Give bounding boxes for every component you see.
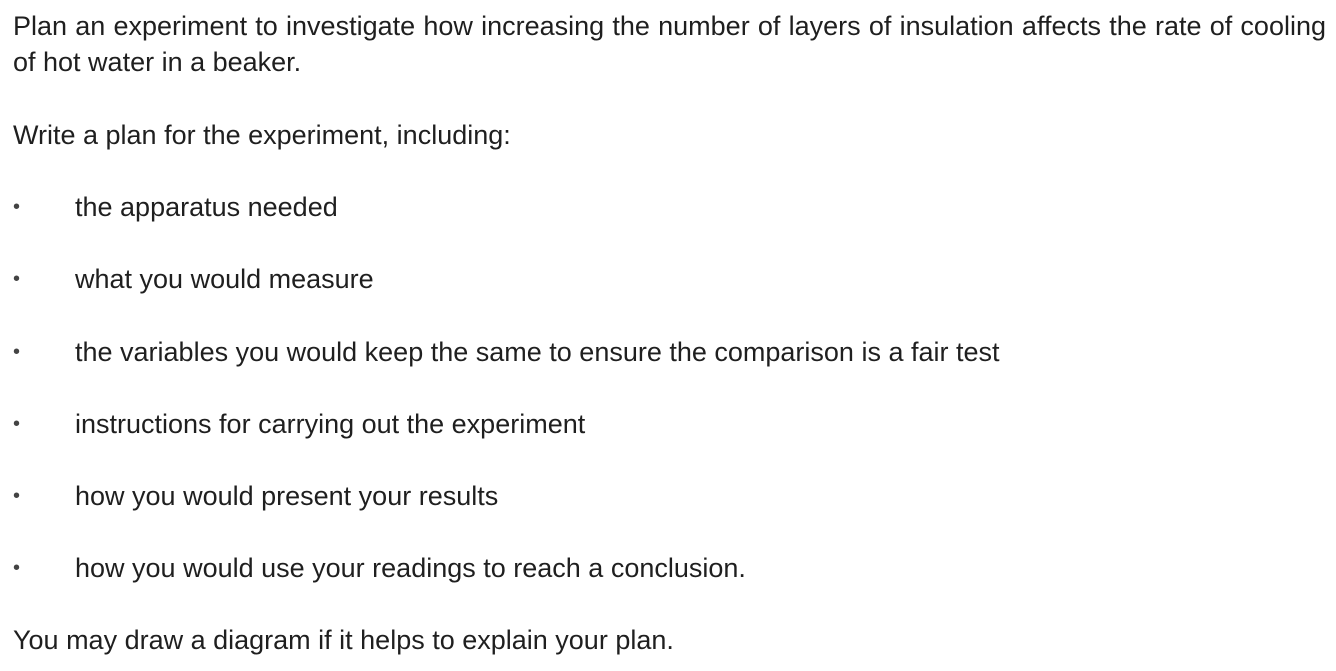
list-item-text: the variables you would keep the same to… [75,337,1000,367]
bullet-icon: • [13,341,21,363]
list-item: • how you would present your results [0,478,1336,514]
bullet-icon: • [13,196,21,218]
list-item: • the apparatus needed [0,189,1336,225]
list-item-text: instructions for carrying out the experi… [75,409,586,439]
question-intro: Plan an experiment to investigate how in… [13,11,1326,77]
bullet-icon: • [13,268,21,290]
exam-question: Plan an experiment to investigate how in… [0,0,1336,671]
question-closing: You may draw a diagram if it helps to ex… [13,625,674,655]
list-item: • instructions for carrying out the expe… [0,406,1336,442]
list-item: • what you would measure [0,261,1336,297]
list-item-text: the apparatus needed [75,192,338,222]
bullet-icon: • [13,413,21,435]
list-item-text: what you would measure [75,264,374,294]
bullet-icon: • [13,557,21,579]
question-instruction: Write a plan for the experiment, includi… [13,120,511,150]
bullet-icon: • [13,485,21,507]
list-item: • how you would use your readings to rea… [0,550,1336,586]
list-item: • the variables you would keep the same … [0,334,1336,370]
list-item-text: how you would use your readings to reach… [75,553,746,583]
list-item-text: how you would present your results [75,481,499,511]
